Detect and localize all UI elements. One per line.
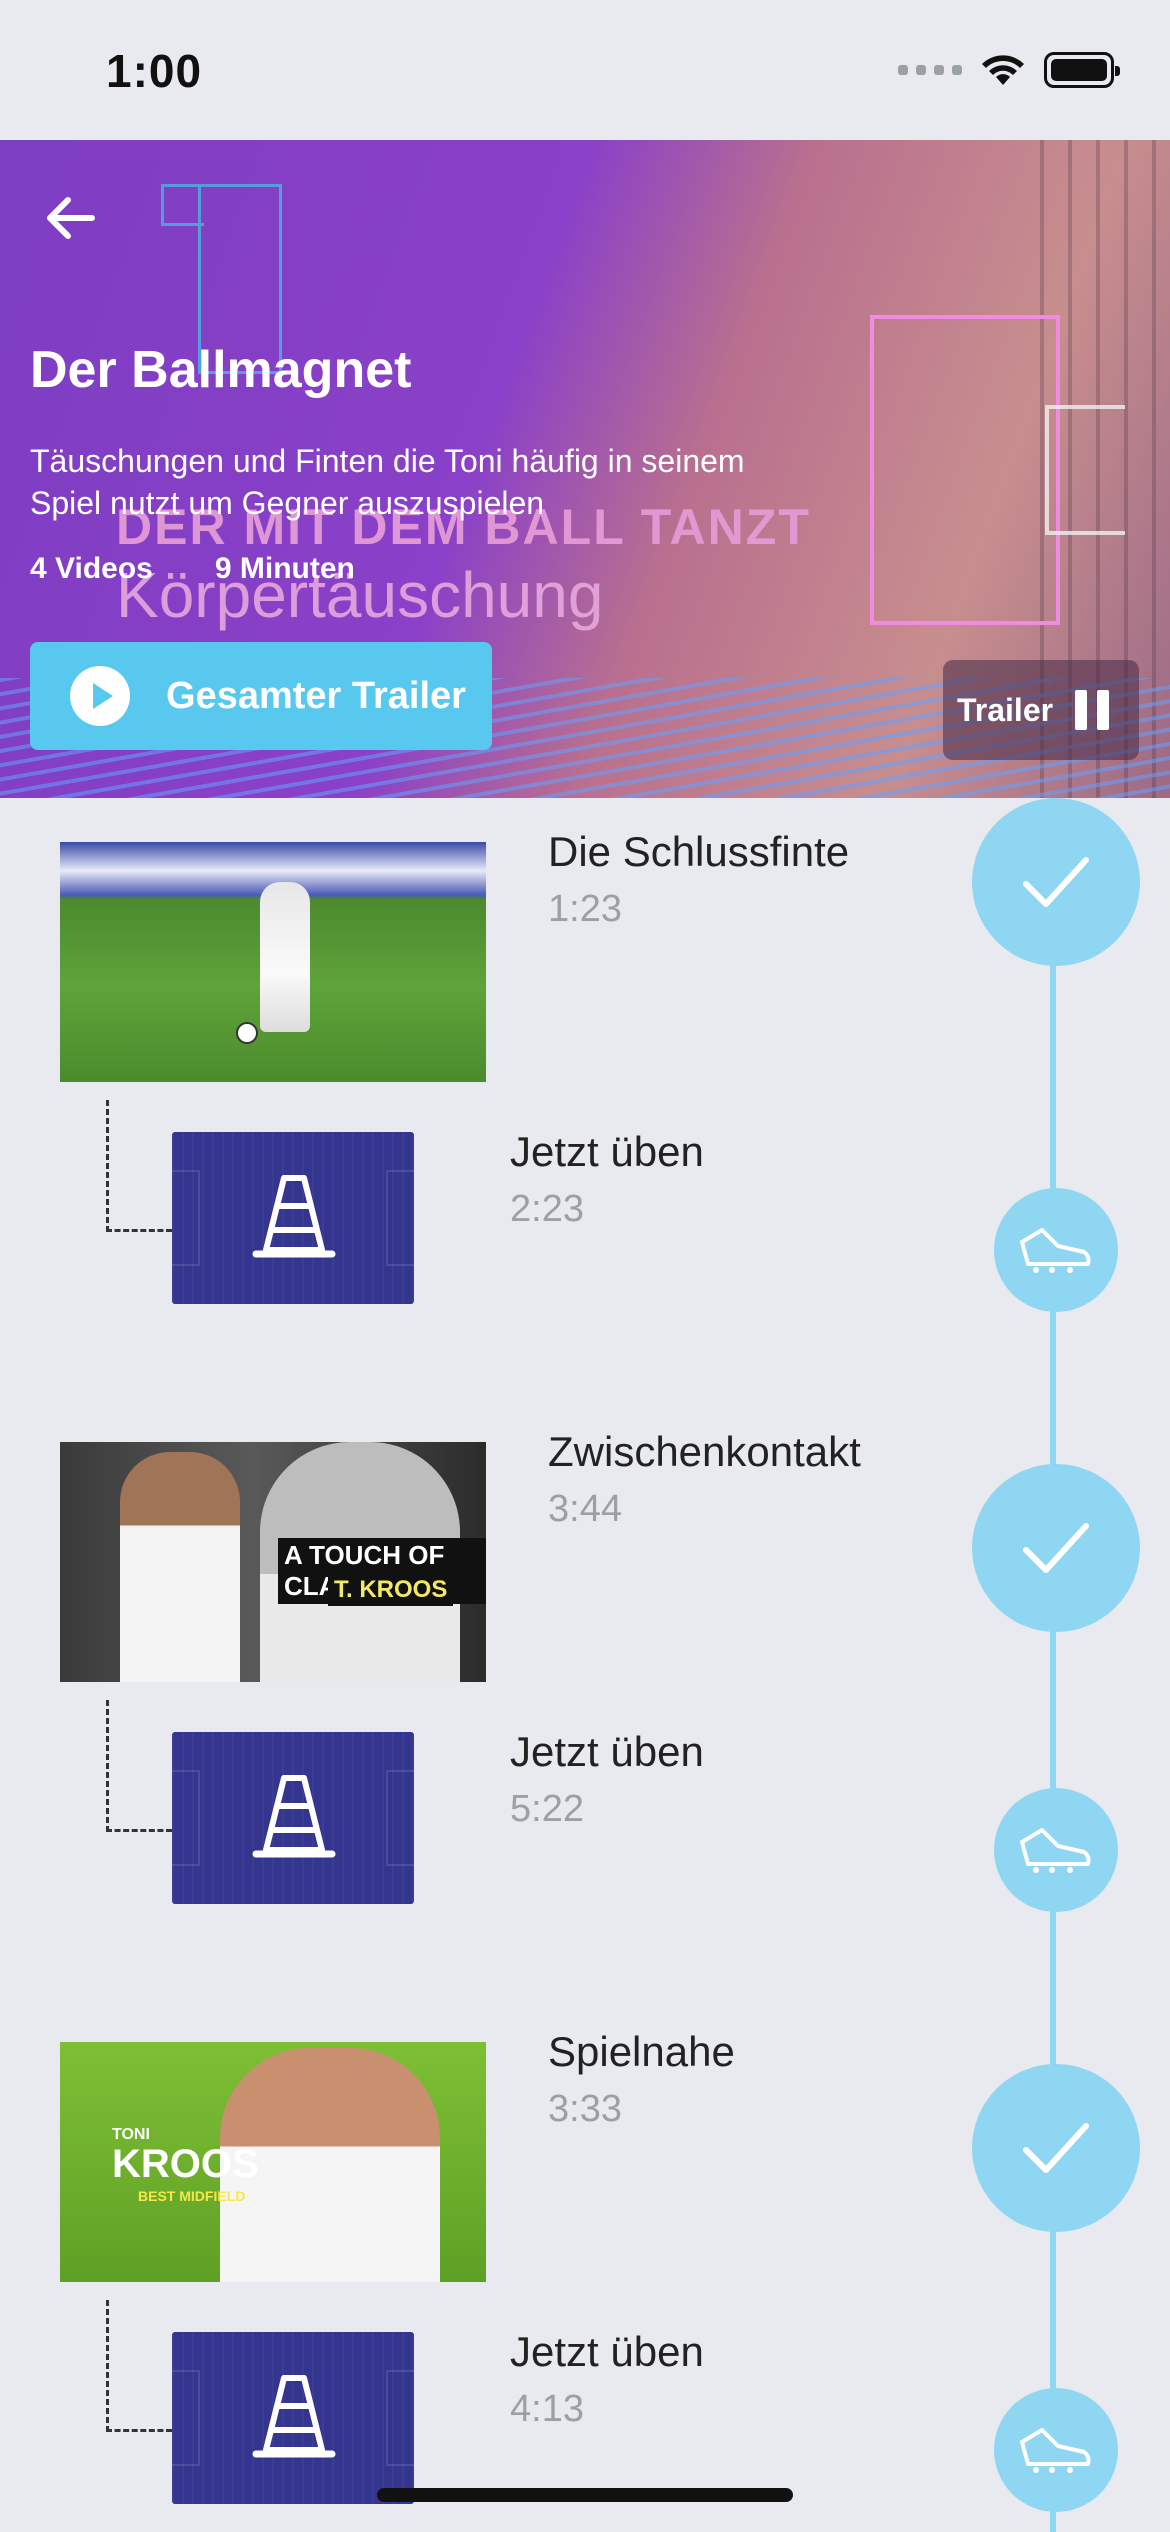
practice-thumbnail[interactable] [172, 1732, 414, 1904]
course-hero: DER MIT DEM BALL TANZT Körpertäuschung D… [0, 140, 1170, 798]
connector-line [106, 1700, 172, 1832]
signal-icon [898, 65, 962, 75]
practice-duration: 2:23 [510, 1188, 584, 1230]
status-icons [898, 52, 1120, 88]
practice-thumbnail[interactable] [172, 2332, 414, 2504]
practice-duration: 5:22 [510, 1788, 584, 1830]
completed-check-icon [972, 2064, 1140, 2232]
progress-timeline [1050, 798, 1056, 2532]
practice-title: Jetzt üben [510, 1128, 704, 1175]
cone-icon [252, 1175, 336, 1258]
player-figure [120, 1452, 240, 1682]
home-indicator[interactable] [377, 2488, 793, 2502]
lesson-thumbnail[interactable]: A TOUCH OF CLASS T. KROOS [60, 1442, 486, 1682]
lesson-title: Zwischenkontakt [548, 1428, 861, 1475]
lesson-duration: 3:44 [548, 1488, 622, 1530]
practice-thumbnail[interactable] [172, 1132, 414, 1304]
player-figure [260, 882, 310, 1032]
lesson-thumbnail[interactable] [60, 842, 486, 1082]
cone-icon [252, 2375, 336, 2458]
videos-count: 4 Videos [30, 552, 153, 585]
practice-title: Jetzt üben [510, 1728, 704, 1775]
course-meta: 4 Videos 9 Minuten [30, 552, 355, 586]
status-bar: 1:00 [0, 0, 1170, 140]
thumbnail-caption: BEST MIDFIELD [138, 2188, 246, 2204]
cone-icon [252, 1775, 336, 1858]
ball-icon [236, 1022, 258, 1044]
pause-icon [1075, 690, 1110, 730]
thumbnail-caption: KROOS [112, 2142, 259, 2186]
connector-line [106, 1100, 172, 1232]
arrow-left-icon [47, 197, 95, 239]
battery-icon [1044, 52, 1120, 88]
hero-background-goal [1045, 405, 1125, 535]
boot-icon [994, 2388, 1118, 2512]
wifi-icon [982, 55, 1024, 85]
trailer-label: Trailer [957, 691, 1054, 728]
play-icon [70, 666, 130, 726]
practice-duration: 4:13 [510, 2388, 584, 2430]
back-button[interactable] [42, 188, 102, 248]
course-description: Täuschungen und Finten die Toni häufig i… [30, 443, 745, 521]
boot-icon [994, 1788, 1118, 1912]
trailer-pause-button[interactable]: Trailer [943, 660, 1139, 760]
boot-icon [994, 1188, 1118, 1312]
practice-title: Jetzt üben [510, 2328, 704, 2375]
lesson-title: Spielnahe [548, 2028, 735, 2075]
completed-check-icon [972, 1464, 1140, 1632]
course-duration: 9 Minuten [214, 552, 355, 585]
lesson-duration: 3:33 [548, 2088, 622, 2130]
course-title: Der Ballmagnet [30, 341, 412, 399]
lesson-list: Die Schlussfinte 1:23 Jetzt üben 2:23 A … [0, 798, 1170, 2532]
thumbnail-caption: T. KROOS [328, 1574, 454, 1606]
status-time: 1:00 [106, 45, 203, 97]
lesson-duration: 1:23 [548, 888, 622, 930]
full-trailer-label: Gesamter Trailer [166, 674, 466, 717]
lesson-title: Die Schlussfinte [548, 828, 850, 875]
completed-check-icon [972, 798, 1140, 966]
hero-background-field [870, 315, 1060, 625]
connector-line [106, 2300, 172, 2432]
full-trailer-button[interactable]: Gesamter Trailer [30, 642, 492, 750]
lesson-thumbnail[interactable]: TONI KROOS BEST MIDFIELD [60, 2042, 486, 2282]
